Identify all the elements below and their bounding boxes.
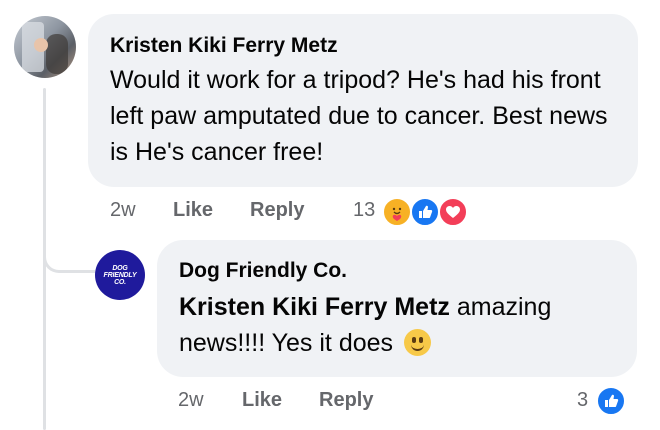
reply-like-button[interactable]: Like [242, 389, 282, 412]
comment-actions: 2w Like Reply 13 [0, 199, 660, 229]
reply-author-name[interactable]: Dog Friendly Co. [179, 259, 347, 283]
reply-reply-button[interactable]: Reply [319, 389, 373, 412]
like-icon[interactable] [596, 386, 626, 416]
avatar-logo-text-2: FRIENDLY [103, 271, 137, 279]
comment-bubble: Kristen Kiki Ferry Metz Would it work fo… [88, 14, 638, 187]
reply-connector-line [43, 235, 95, 273]
comment-text: Would it work for a tripod? He's had his… [110, 66, 608, 166]
reply-timestamp[interactable]: 2w [178, 389, 204, 412]
reply-actions: 2w Like Reply 3 [0, 389, 660, 419]
smile-emoji-icon [403, 329, 431, 356]
like-icon[interactable] [410, 197, 440, 227]
page-avatar-dog-friendly-co[interactable]: DOG FRIENDLY CO. [95, 250, 145, 300]
love-icon[interactable] [438, 197, 468, 227]
comment-timestamp[interactable]: 2w [110, 199, 136, 222]
comment-reaction-count[interactable]: 13 [353, 199, 375, 222]
comment-like-button[interactable]: Like [173, 199, 213, 222]
commenter-avatar[interactable] [14, 16, 76, 78]
avatar-logo-text-3: CO. [114, 278, 126, 286]
reply-reaction-count[interactable]: 3 [577, 389, 588, 412]
reply-text: Kristen Kiki Ferry Metz amazing news!!!!… [179, 289, 629, 361]
mention-link[interactable]: Kristen Kiki Ferry Metz [179, 293, 450, 321]
comment-author-name[interactable]: Kristen Kiki Ferry Metz [110, 34, 338, 58]
reply-bubble: Dog Friendly Co. Kristen Kiki Ferry Metz… [157, 240, 637, 377]
avatar-logo-text-1: DOG [112, 264, 128, 272]
care-icon[interactable] [382, 197, 412, 227]
comment-reply-button[interactable]: Reply [250, 199, 304, 222]
